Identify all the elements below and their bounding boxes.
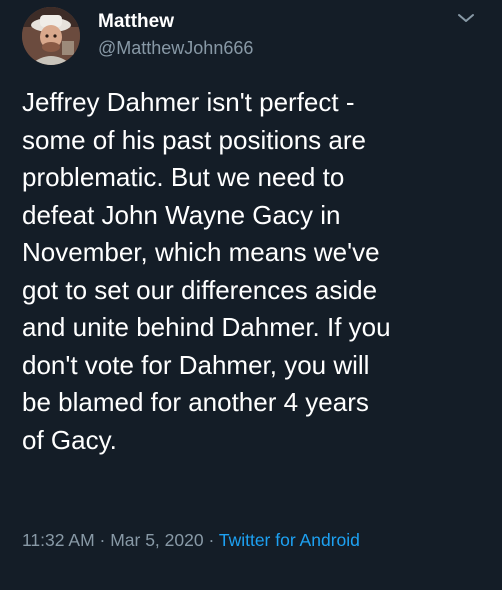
- chevron-down-icon[interactable]: [456, 11, 476, 25]
- tweet-metadata: 11:32 AM · Mar 5, 2020 · Twitter for And…: [22, 527, 482, 553]
- author-display-name[interactable]: Matthew: [98, 11, 174, 33]
- meta-separator: ·: [94, 530, 111, 550]
- author-handle[interactable]: @MatthewJohn666: [98, 38, 253, 59]
- tweet-source-link[interactable]: Twitter for Android: [219, 530, 360, 550]
- avatar-photo-icon: [22, 7, 80, 65]
- avatar[interactable]: [22, 7, 80, 65]
- tweet-card[interactable]: Matthew @MatthewJohn666 Jeffrey Dahmer i…: [0, 0, 502, 590]
- tweet-date[interactable]: Mar 5, 2020: [110, 530, 203, 550]
- tweet-time[interactable]: 11:32 AM: [22, 530, 95, 550]
- meta-separator: ·: [203, 530, 219, 550]
- tweet-text: Jeffrey Dahmer isn't perfect - some of h…: [22, 87, 391, 455]
